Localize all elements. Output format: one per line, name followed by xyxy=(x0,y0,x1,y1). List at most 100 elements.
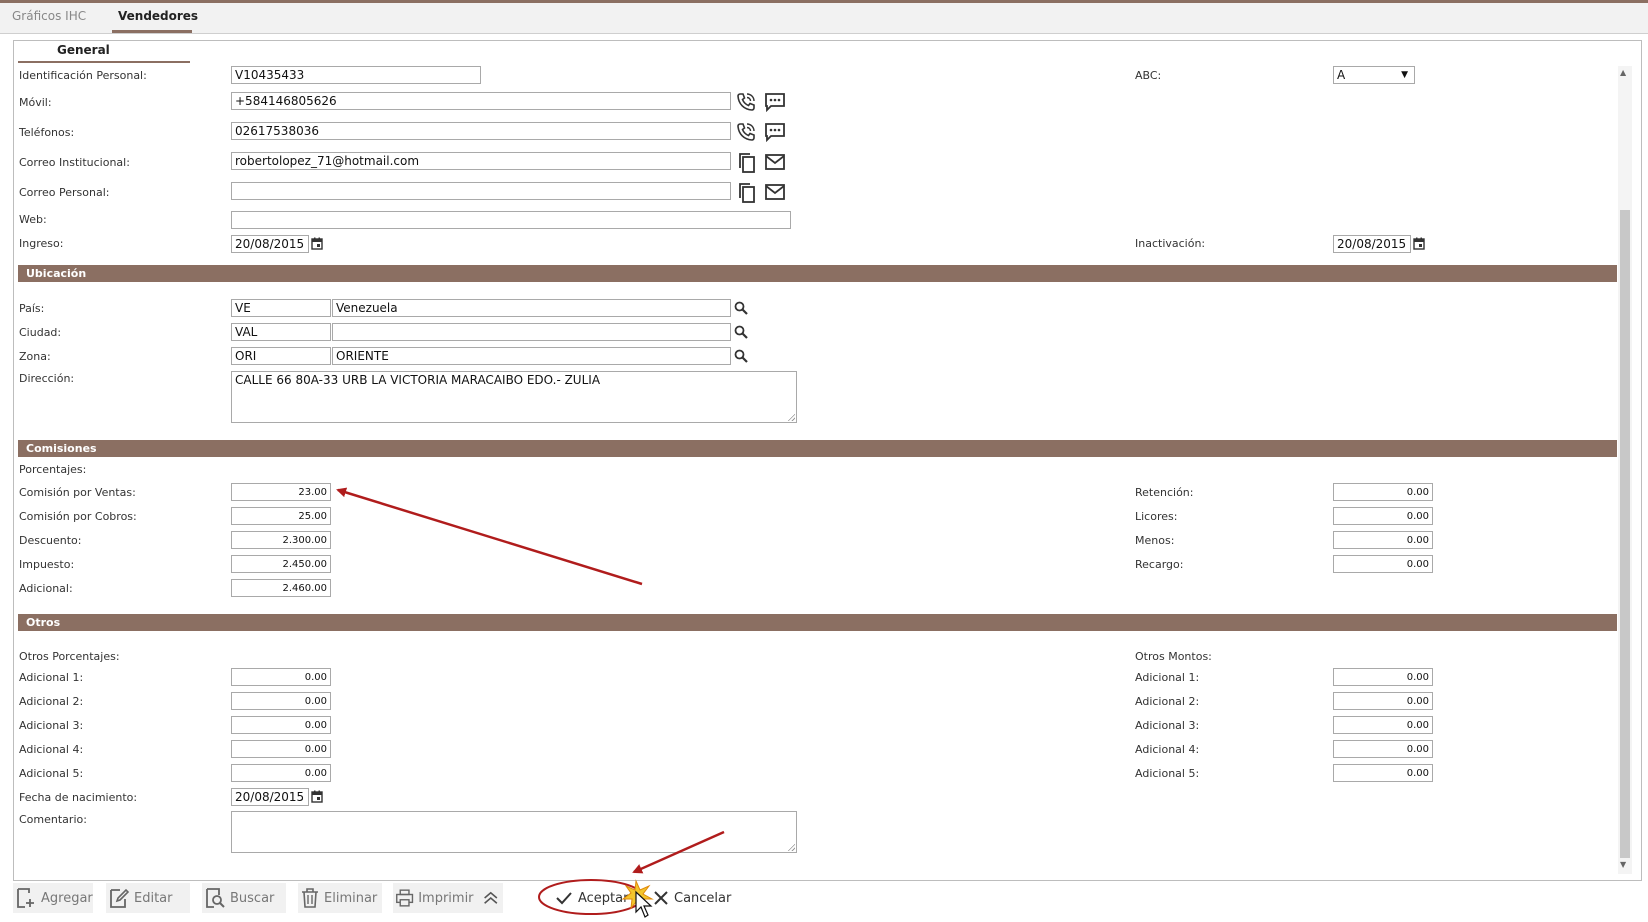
ciudad-code-input[interactable]: VAL xyxy=(231,323,331,341)
otros-pct-adicional-2-label: Adicional 2: xyxy=(19,695,84,708)
scroll-up-icon[interactable] xyxy=(482,889,499,907)
resize-grip-icon[interactable] xyxy=(787,413,795,421)
otros-pct-adicional-4-label: Adicional 4: xyxy=(19,743,84,756)
adicional-input[interactable]: 2.460.00 xyxy=(231,579,331,597)
imprimir-button[interactable]: Imprimir xyxy=(393,883,503,913)
otros-mto-adicional-3-input[interactable]: 0.00 xyxy=(1333,716,1433,734)
trash-icon xyxy=(302,888,318,908)
otros-mto-adicional-4-input[interactable]: 0.00 xyxy=(1333,740,1433,758)
id-input[interactable]: V10435433 xyxy=(231,66,481,84)
inactivacion-date-input[interactable]: 20/08/2015 xyxy=(1333,235,1411,253)
adicional-label: Adicional: xyxy=(19,582,73,595)
abc-label: ABC: xyxy=(1135,69,1162,82)
comision-cobros-input[interactable]: 25.00 xyxy=(231,507,331,525)
otros-mto-adicional-5-input[interactable]: 0.00 xyxy=(1333,764,1433,782)
telefonos-input[interactable]: 02617538036 xyxy=(231,122,731,140)
cancelar-button[interactable]: Cancelar xyxy=(650,883,740,913)
porcentajes-label: Porcentajes: xyxy=(19,463,87,476)
chevron-down-icon: ▼ xyxy=(1401,70,1408,80)
subtab-indicator xyxy=(18,61,190,63)
scroll-down-arrow-icon[interactable]: ▼ xyxy=(1620,860,1626,869)
calendar-icon[interactable] xyxy=(1413,237,1425,250)
otros-pct-adicional-1-input[interactable]: 0.00 xyxy=(231,668,331,686)
impuesto-input[interactable]: 2.450.00 xyxy=(231,555,331,573)
id-label: Identificación Personal: xyxy=(19,69,147,82)
otros-pct-adicional-1-label: Adicional 1: xyxy=(19,671,84,684)
sms-icon[interactable] xyxy=(764,122,786,142)
scrollbar-thumb[interactable] xyxy=(1620,210,1630,858)
otros-mto-adicional-5-label: Adicional 5: xyxy=(1135,767,1200,780)
search-document-icon xyxy=(206,888,225,908)
subtab-general[interactable]: General xyxy=(57,43,110,57)
otros-mto-adicional-1-input[interactable]: 0.00 xyxy=(1333,668,1433,686)
otros-mto-adicional-2-label: Adicional 2: xyxy=(1135,695,1200,708)
scroll-up-arrow-icon[interactable]: ▲ xyxy=(1620,68,1626,77)
email-icon[interactable] xyxy=(764,153,786,171)
resize-grip-icon[interactable] xyxy=(787,843,795,851)
correo-personal-input[interactable] xyxy=(231,182,731,200)
comision-ventas-label: Comisión por Ventas: xyxy=(19,486,136,499)
abc-select[interactable]: A ▼ xyxy=(1333,66,1415,84)
pais-name-input[interactable]: Venezuela xyxy=(332,299,731,317)
otros-montos-label: Otros Montos: xyxy=(1135,650,1212,663)
otros-porcentajes-label: Otros Porcentajes: xyxy=(19,650,120,663)
copy-icon[interactable] xyxy=(737,152,757,174)
correo-institucional-input[interactable]: robertolopez_71@hotmail.com xyxy=(231,152,731,170)
aceptar-button[interactable]: Aceptar xyxy=(552,883,648,913)
abc-value: A xyxy=(1337,68,1346,82)
cancelar-label: Cancelar xyxy=(674,890,732,906)
search-icon[interactable] xyxy=(734,349,748,363)
zona-label: Zona: xyxy=(19,350,51,363)
check-icon xyxy=(556,892,572,905)
web-label: Web: xyxy=(19,213,47,226)
sms-icon[interactable] xyxy=(764,92,786,112)
search-icon[interactable] xyxy=(734,325,748,339)
descuento-input[interactable]: 2.300.00 xyxy=(231,531,331,549)
tab-graficos-ihc[interactable]: Gráficos IHC xyxy=(12,9,86,23)
active-tab-indicator xyxy=(112,30,192,33)
email-icon[interactable] xyxy=(764,183,786,201)
ingreso-date-input[interactable]: 20/08/2015 xyxy=(231,235,309,253)
fecha-nacimiento-input[interactable]: 20/08/2015 xyxy=(231,788,309,806)
retencion-input[interactable]: 0.00 xyxy=(1333,483,1433,501)
web-input[interactable] xyxy=(231,211,791,229)
search-icon[interactable] xyxy=(734,301,748,315)
otros-pct-adicional-5-label: Adicional 5: xyxy=(19,767,84,780)
top-tab-bar xyxy=(0,0,1648,34)
calendar-icon[interactable] xyxy=(311,237,323,250)
comentario-textarea[interactable] xyxy=(231,811,797,853)
agregar-button[interactable]: Agregar xyxy=(13,883,93,913)
comision-cobros-label: Comisión por Cobros: xyxy=(19,510,137,523)
zona-code-input[interactable]: ORI xyxy=(231,347,331,365)
otros-mto-adicional-4-label: Adicional 4: xyxy=(1135,743,1200,756)
retencion-label: Retención: xyxy=(1135,486,1194,499)
direccion-label: Dirección: xyxy=(19,372,75,385)
copy-icon[interactable] xyxy=(737,182,757,204)
phone-call-icon[interactable] xyxy=(735,121,757,143)
otros-pct-adicional-3-input[interactable]: 0.00 xyxy=(231,716,331,734)
movil-input[interactable]: +584146805626 xyxy=(231,92,731,110)
direccion-textarea[interactable]: CALLE 66 80A-33 URB LA VICTORIA MARACAIB… xyxy=(231,371,797,423)
pais-code-input[interactable]: VE xyxy=(231,299,331,317)
licores-input[interactable]: 0.00 xyxy=(1333,507,1433,525)
buscar-button[interactable]: Buscar xyxy=(202,883,286,913)
tab-vendedores[interactable]: Vendedores xyxy=(118,9,198,23)
otros-pct-adicional-2-input[interactable]: 0.00 xyxy=(231,692,331,710)
ciudad-name-input[interactable] xyxy=(332,323,731,341)
eliminar-button[interactable]: Eliminar xyxy=(298,883,382,913)
recargo-label: Recargo: xyxy=(1135,558,1184,571)
buscar-label: Buscar xyxy=(230,890,275,906)
phone-call-icon[interactable] xyxy=(735,91,757,113)
add-document-icon xyxy=(17,888,34,908)
otros-mto-adicional-2-input[interactable]: 0.00 xyxy=(1333,692,1433,710)
editar-button[interactable]: Editar xyxy=(106,883,190,913)
comision-ventas-input[interactable]: 23.00 xyxy=(231,483,331,501)
zona-name-input[interactable]: ORIENTE xyxy=(332,347,731,365)
calendar-icon[interactable] xyxy=(311,790,323,803)
correo-institucional-label: Correo Institucional: xyxy=(19,156,130,169)
otros-pct-adicional-5-input[interactable]: 0.00 xyxy=(231,764,331,782)
otros-pct-adicional-4-input[interactable]: 0.00 xyxy=(231,740,331,758)
pais-label: País: xyxy=(19,302,45,315)
menos-input[interactable]: 0.00 xyxy=(1333,531,1433,549)
recargo-input[interactable]: 0.00 xyxy=(1333,555,1433,573)
